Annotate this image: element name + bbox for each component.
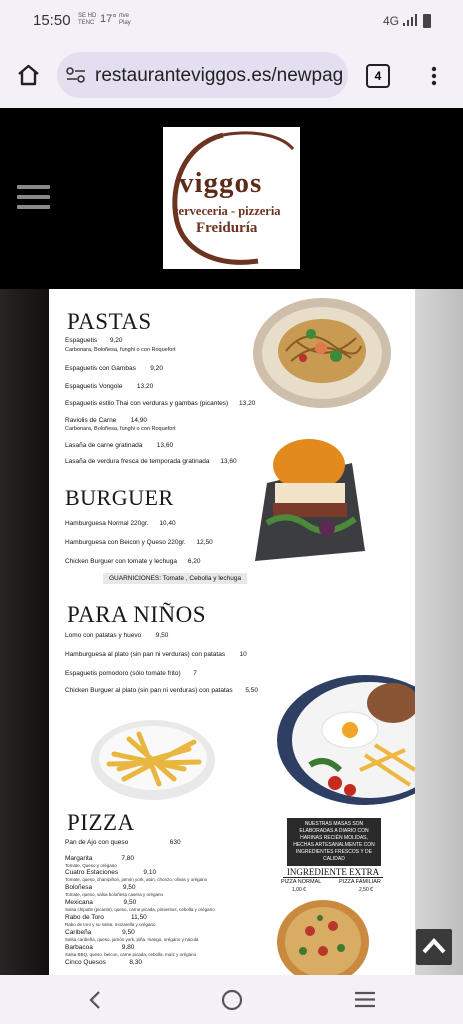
menu-item: Lomo con patatas y huevo 9,50 [65, 632, 169, 639]
menu-item: Raviolis de Carne 14,90 [65, 417, 148, 424]
menu-item: Espaguetis estilo Thai con verduras y ga… [65, 400, 256, 407]
menu-item: Rabo de Toro 11,50 [65, 914, 147, 921]
menu-item: Hamburguesa al plato (sin pan ni verdura… [65, 651, 247, 658]
more-options-icon[interactable] [431, 66, 437, 86]
extra-title: INGREDIENTE EXTRA [283, 867, 383, 878]
fries-photo [91, 720, 215, 800]
signal-icon [403, 14, 417, 26]
section-title-burguer: BURGUER [65, 485, 174, 510]
menu-item: Lasaña de carne gratinada 13,60 [65, 442, 174, 449]
right-margin [415, 289, 463, 975]
menu-item: Caribeña 9,50 [65, 929, 135, 936]
section-title-pizza: PIZZA [67, 810, 135, 835]
scroll-to-top-button[interactable] [416, 929, 452, 965]
chevron-up-icon [422, 938, 446, 954]
menu-item-desc: Salsa chipotle (picante), queso, carne p… [65, 907, 215, 912]
status-rtve-icon: rtve Play [119, 13, 131, 26]
extra-family-label: PIZZA FAMILIAR [339, 879, 381, 885]
menu-item: Cinco Quesos 8,30 [65, 959, 142, 966]
menu-item-desc: Tomate, queso, champiñon, jamón york, at… [65, 877, 208, 882]
menu-item: Lasaña de verdura fresca de temporada gr… [65, 458, 237, 465]
menu-item-desc: Rabo de toro y su salsa, mozarella y oré… [65, 922, 156, 927]
home-icon[interactable] [17, 64, 40, 86]
menu-item: Hamburguesa con Beicon y Queso 220gr. 12… [65, 539, 213, 546]
menu-item-desc: Tomate, queso, salsa boloñesa casera y o… [65, 892, 164, 897]
extra-normal-price: 1,00 € [292, 887, 306, 893]
back-icon[interactable] [88, 990, 102, 1010]
home-circle-icon[interactable] [221, 989, 243, 1011]
system-nav-bar [0, 975, 463, 1024]
status-bar: 15:50 SE HD TENC 17° rtve Play 4G [0, 0, 463, 44]
menu-item: Chicken Burguer al plato (sin pan ni ver… [65, 687, 258, 694]
address-bar[interactable]: restauranteviggos.es/newpag [57, 52, 348, 98]
logo-line1: cerveceria - pizzeria [173, 204, 281, 218]
pizza-photo [277, 900, 369, 975]
kids-plate-photo [277, 675, 415, 805]
site-settings-icon[interactable] [66, 67, 86, 83]
menu-item: Chicken Burguer con tomate y lechuga 6,2… [65, 558, 201, 565]
menu-item: Espaguetis pomodoro (sólo tomate frito) … [65, 670, 197, 677]
site-header: viggos cerveceria - pizzeria Freiduría [0, 108, 463, 289]
menu-page: PASTAS Espaguetis 9,20 Carbonara, Boloñe… [49, 289, 415, 975]
browser-toolbar: restauranteviggos.es/newpag 4 [0, 44, 463, 108]
menu-item: Espaguetis 9,20 [65, 337, 123, 344]
hamburger-menu-icon[interactable] [17, 185, 50, 215]
menu-item-desc: Carbonara, Boloñesa, funghi o con Roquef… [65, 347, 176, 353]
extra-family-price: 2,50 € [359, 887, 373, 893]
menu-item: Hamburguesa Normal 220gr. 10,40 [65, 520, 176, 527]
menu-item: Espaguetis con Gambas 9,20 [65, 365, 163, 372]
menu-item-desc: Tomate, Queso y orégano [65, 863, 117, 868]
menu-item-desc: Carbonara, Boloñesa, funghi o con Roquef… [65, 426, 176, 432]
menu-item: Mexicana 9,50 [65, 899, 137, 906]
logo-line2: Freiduría [196, 220, 258, 236]
status-time: 15:50 [33, 12, 71, 29]
menu-item: Barbacoa 9,80 [65, 944, 135, 951]
extra-normal-label: PIZZA NORMAL [281, 879, 322, 885]
recents-icon[interactable] [354, 991, 376, 1008]
menu-content: PASTAS Espaguetis 9,20 Carbonara, Boloñe… [0, 289, 463, 975]
pasta-photo [253, 298, 391, 408]
menu-item: Cuatro Estaciones 9,10 [65, 869, 157, 876]
tab-switcher-button[interactable]: 4 [366, 64, 390, 88]
dough-notice: NUESTRAS MASAS SON ELABORADAS A DIARIO C… [287, 818, 381, 866]
section-title-ninos: PARA NIÑOS [67, 602, 207, 627]
menu-item: Espaguetis Vongole 13,20 [65, 383, 154, 390]
menu-item-desc: Salsa BBQ, queso, beicon, carne picada, … [65, 952, 197, 957]
burger-photo [255, 439, 365, 561]
logo-brand: viggos [179, 167, 263, 199]
url-text[interactable]: restauranteviggos.es/newpag [95, 65, 343, 87]
garnish-note: GUARNICIONES: Tomate , Cebolla y lechuga [103, 573, 248, 584]
menu-item-desc: Salsa caribeña, queso, jamón york, piña,… [65, 937, 199, 942]
menu-item: Margarita 7,80 [65, 855, 135, 862]
status-notification-icon: SE HD TENC [78, 13, 97, 26]
left-margin [0, 289, 49, 975]
section-title-pastas: PASTAS [67, 309, 152, 334]
status-network: 4G [383, 14, 400, 28]
status-temperature: 17° [100, 13, 117, 25]
battery-icon [423, 14, 431, 28]
restaurant-logo[interactable]: viggos cerveceria - pizzeria Freiduría [163, 127, 300, 269]
menu-item: Pan de Ajo con queso 630 [65, 839, 181, 846]
menu-item: Boloñesa 9,50 [65, 884, 136, 891]
